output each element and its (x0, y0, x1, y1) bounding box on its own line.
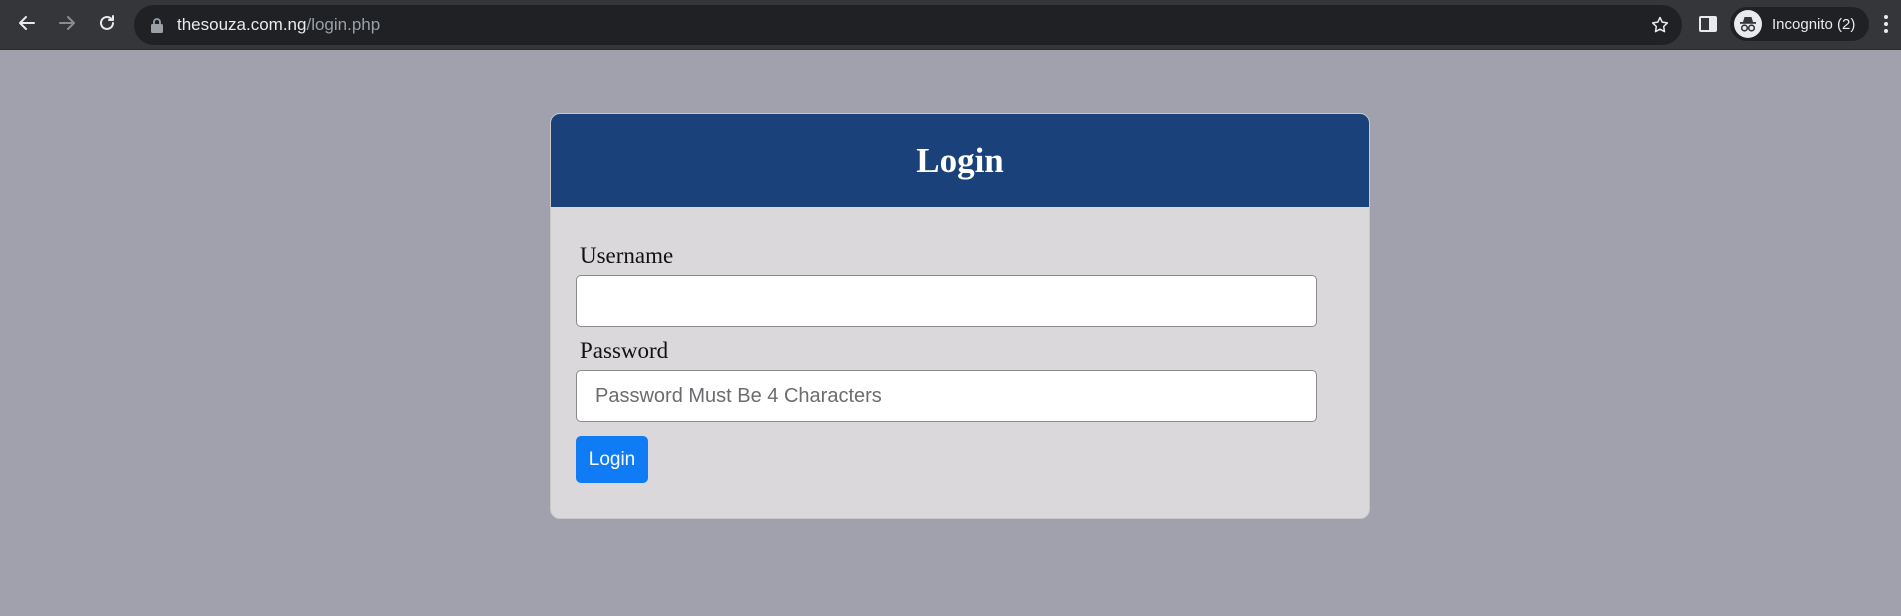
url-text[interactable]: thesouza.com.ng/login.php (177, 15, 380, 35)
login-card-header: Login (551, 114, 1369, 207)
side-panel-icon[interactable] (1698, 14, 1718, 34)
arrow-left-icon (19, 16, 35, 30)
page-title: Login (916, 140, 1004, 180)
arrow-right-icon (59, 16, 75, 30)
address-bar[interactable]: thesouza.com.ng/login.php (134, 5, 1682, 45)
reload-button[interactable] (92, 8, 122, 38)
login-button[interactable]: Login (576, 436, 648, 483)
username-label: Username (580, 243, 674, 268)
reload-icon (100, 15, 114, 30)
incognito-icon (1734, 10, 1762, 38)
incognito-indicator[interactable]: Incognito (2) (1730, 7, 1870, 41)
url-host: thesouza.com.ng (177, 15, 307, 34)
password-input[interactable] (576, 370, 1317, 422)
back-button[interactable] (12, 8, 42, 38)
incognito-label: Incognito (2) (1772, 15, 1856, 33)
kebab-menu-icon[interactable] (1882, 13, 1890, 35)
password-label: Password (580, 338, 669, 363)
forward-button[interactable] (52, 8, 82, 38)
star-icon[interactable] (1650, 15, 1670, 35)
username-input[interactable] (576, 275, 1317, 327)
url-path: /login.php (306, 15, 381, 34)
login-card: Login Username Password Login (550, 113, 1370, 519)
browser-toolbar: thesouza.com.ng/login.php Incognito (2) (0, 0, 1901, 50)
lock-icon[interactable] (150, 17, 164, 33)
